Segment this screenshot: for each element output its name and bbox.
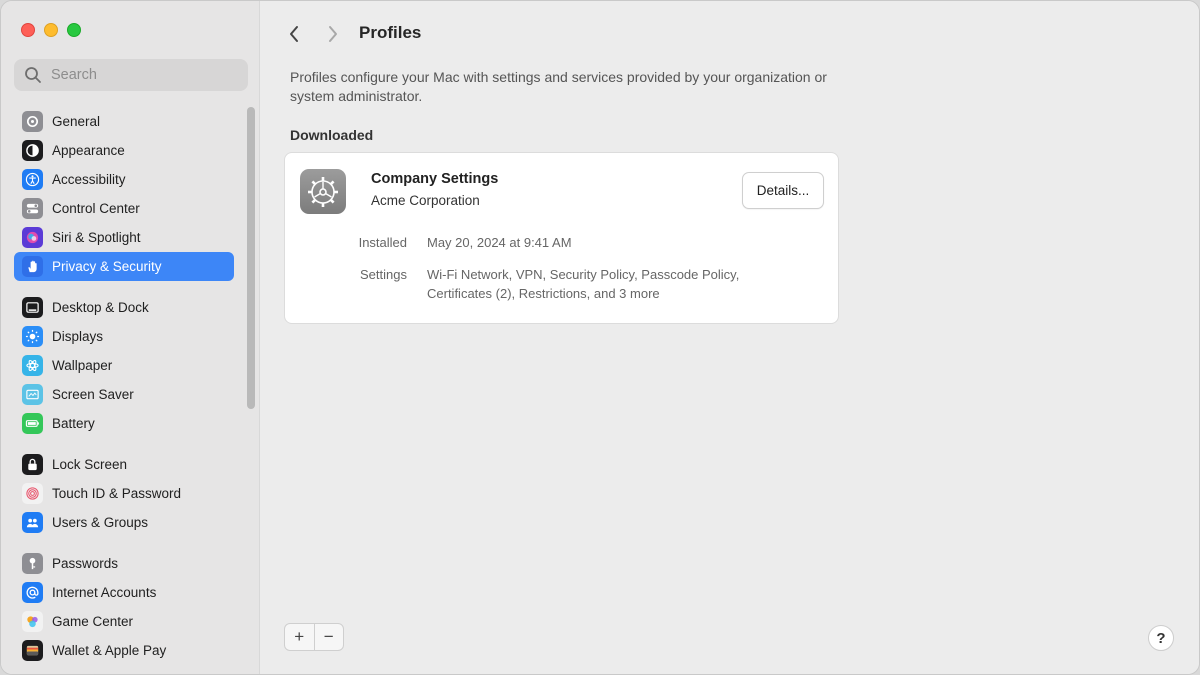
minimize-window-button[interactable] bbox=[44, 23, 58, 37]
lock-icon bbox=[22, 454, 43, 475]
installed-value: May 20, 2024 at 9:41 AM bbox=[427, 235, 572, 250]
sidebar-item-lock-screen[interactable]: Lock Screen bbox=[14, 450, 234, 479]
zoom-window-button[interactable] bbox=[67, 23, 81, 37]
sidebar-item-passwords[interactable]: Passwords bbox=[14, 549, 234, 578]
sidebar-item-users-groups[interactable]: Users & Groups bbox=[14, 508, 234, 537]
sidebar-item-label: Siri & Spotlight bbox=[52, 230, 141, 245]
sidebar-item-label: Touch ID & Password bbox=[52, 486, 182, 501]
installed-label: Installed bbox=[358, 235, 407, 250]
profile-card: Company Settings Acme Corporation Detail… bbox=[284, 152, 839, 324]
sidebar-item-accessibility[interactable]: Accessibility bbox=[14, 165, 234, 194]
appearance-icon bbox=[22, 140, 43, 161]
system-settings-window: Search General Appearance Accessibility Con… bbox=[0, 0, 1200, 675]
wallet-icon bbox=[22, 640, 43, 661]
sidebar-list: General Appearance Accessibility Control Ce… bbox=[14, 107, 234, 665]
chevron-right-icon bbox=[329, 26, 337, 42]
battery-icon bbox=[22, 413, 43, 434]
back-button[interactable] bbox=[284, 23, 304, 45]
sidebar-item-label: Accessibility bbox=[52, 172, 126, 187]
sidebar-scrollbar[interactable] bbox=[247, 107, 255, 409]
sidebar-item-label: Game Center bbox=[52, 614, 134, 629]
details-button[interactable]: Details... bbox=[742, 172, 824, 209]
profile-organization: Acme Corporation bbox=[371, 193, 480, 208]
sidebar-item-label: Privacy & Security bbox=[52, 259, 162, 274]
accessibility-icon bbox=[22, 169, 43, 190]
sidebar-item-touch-id-password[interactable]: Touch ID & Password bbox=[14, 479, 234, 508]
sidebar-item-label: Wallet & Apple Pay bbox=[52, 643, 167, 658]
gamecenter-icon bbox=[22, 611, 43, 632]
profile-name: Company Settings bbox=[371, 171, 499, 187]
sidebar-item-label: Battery bbox=[52, 416, 95, 431]
forward-button[interactable] bbox=[323, 23, 343, 45]
settings-value: Wi-Fi Network, VPN, Security Policy, Pas… bbox=[427, 267, 740, 301]
sidebar-item-label: Desktop & Dock bbox=[52, 300, 149, 315]
search-placeholder: Search bbox=[51, 67, 97, 83]
sidebar-item-game-center[interactable]: Game Center bbox=[14, 607, 234, 636]
fingerprint-icon bbox=[22, 483, 43, 504]
profile-gear-icon bbox=[300, 169, 346, 214]
profiles-description: Profiles configure your Mac with setting… bbox=[290, 69, 827, 104]
at-icon bbox=[22, 582, 43, 603]
sun-icon bbox=[22, 326, 43, 347]
sidebar-item-battery[interactable]: Battery bbox=[14, 409, 234, 438]
add-profile-button[interactable]: + bbox=[285, 624, 314, 650]
flower-icon bbox=[22, 355, 43, 376]
sidebar-item-label: Internet Accounts bbox=[52, 585, 157, 600]
main-pane: Profiles Profiles configure your Mac wit… bbox=[260, 1, 1199, 674]
sidebar-item-general[interactable]: General bbox=[14, 107, 234, 136]
search-icon bbox=[25, 67, 41, 83]
toggles-icon bbox=[22, 198, 43, 219]
sidebar-item-label: Users & Groups bbox=[52, 515, 149, 530]
sidebar-item-label: Displays bbox=[52, 329, 104, 344]
gear-icon bbox=[22, 111, 43, 132]
sidebar-item-appearance[interactable]: Appearance bbox=[14, 136, 234, 165]
settings-label: Settings bbox=[360, 267, 407, 282]
close-window-button[interactable] bbox=[21, 23, 35, 37]
sidebar-item-wallet-apple-pay[interactable]: Wallet & Apple Pay bbox=[14, 636, 234, 665]
sidebar-item-label: Appearance bbox=[52, 143, 125, 158]
section-heading-downloaded: Downloaded bbox=[290, 127, 374, 143]
sidebar-item-wallpaper[interactable]: Wallpaper bbox=[14, 351, 234, 380]
sidebar-item-screen-saver[interactable]: Screen Saver bbox=[14, 380, 234, 409]
sidebar-item-label: Wallpaper bbox=[52, 358, 113, 373]
sidebar-item-displays[interactable]: Displays bbox=[14, 322, 234, 351]
page-title: Profiles bbox=[359, 23, 422, 42]
users-icon bbox=[22, 512, 43, 533]
remove-profile-button[interactable]: − bbox=[315, 624, 344, 650]
sidebar-item-label: Lock Screen bbox=[52, 457, 128, 472]
sidebar-item-label: Passwords bbox=[52, 556, 119, 571]
chevron-left-icon bbox=[290, 26, 298, 42]
sidebar-item-control-center[interactable]: Control Center bbox=[14, 194, 234, 223]
sidebar-item-siri-spotlight[interactable]: Siri & Spotlight bbox=[14, 223, 234, 252]
add-remove-control: + − bbox=[284, 623, 344, 651]
hand-icon bbox=[22, 256, 43, 277]
key-icon bbox=[22, 553, 43, 574]
sidebar-item-internet-accounts[interactable]: Internet Accounts bbox=[14, 578, 234, 607]
siri-icon bbox=[22, 227, 43, 248]
screensaver-icon bbox=[22, 384, 43, 405]
sidebar: Search General Appearance Accessibility Con… bbox=[1, 1, 260, 674]
sidebar-item-desktop-dock[interactable]: Desktop & Dock bbox=[14, 293, 234, 322]
sidebar-item-label: Screen Saver bbox=[52, 387, 134, 402]
help-button[interactable]: ? bbox=[1148, 625, 1174, 651]
sidebar-item-privacy-security[interactable]: Privacy & Security bbox=[14, 252, 234, 281]
sidebar-item-label: Control Center bbox=[52, 201, 140, 216]
sidebar-item-label: General bbox=[52, 114, 101, 129]
window-controls bbox=[21, 23, 81, 37]
dock-icon bbox=[22, 297, 43, 318]
search-input[interactable]: Search bbox=[14, 59, 248, 91]
